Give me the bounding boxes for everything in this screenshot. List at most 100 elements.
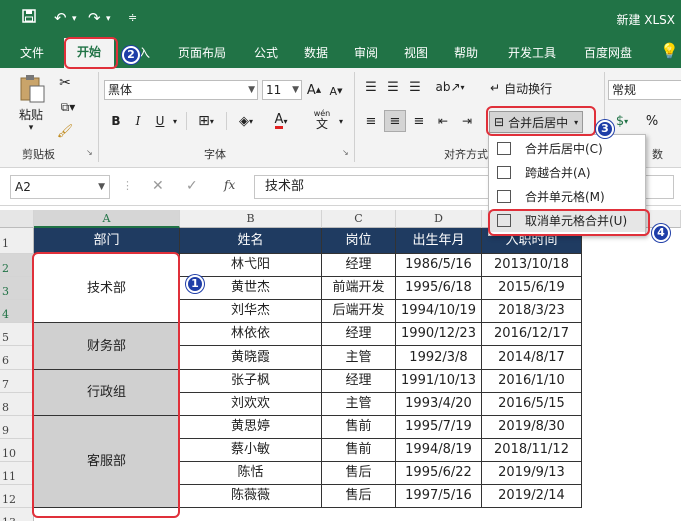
align-bottom-icon[interactable]: ☰ — [406, 78, 424, 96]
column-header-b[interactable]: B — [180, 210, 322, 228]
table-cell[interactable]: 2014/8/17 — [482, 346, 582, 370]
table-cell[interactable]: 1986/5/16 — [396, 254, 482, 277]
font-name-combo[interactable]: 黑体 ▼ — [104, 80, 258, 100]
cut-icon[interactable]: ✂ — [56, 74, 74, 92]
tab-data[interactable]: 数据 — [304, 44, 328, 61]
table-cell[interactable]: 2018/11/12 — [482, 439, 582, 462]
menu-item-merge-center[interactable]: 合并后居中(C) — [489, 138, 645, 160]
clipboard-launcher-icon[interactable]: ↘ — [86, 148, 93, 157]
font-color-icon[interactable]: A ▾ — [266, 112, 296, 130]
font-launcher-icon[interactable]: ↘ — [342, 148, 349, 157]
row-header[interactable]: 2 — [0, 254, 34, 277]
row-header[interactable]: 8 — [0, 393, 34, 416]
paste-icon[interactable] — [16, 74, 48, 104]
table-cell[interactable]: 陈恬 — [180, 462, 322, 485]
table-cell[interactable]: 售前 — [322, 439, 396, 462]
table-cell[interactable]: 2016/12/17 — [482, 323, 582, 346]
table-cell[interactable]: 2018/3/23 — [482, 300, 582, 323]
align-left-icon[interactable]: ≡ — [362, 112, 380, 130]
tab-review[interactable]: 审阅 — [354, 44, 378, 61]
table-cell[interactable]: 1997/5/16 — [396, 485, 482, 508]
table-cell[interactable]: 1992/3/8 — [396, 346, 482, 370]
tab-file[interactable]: 文件 — [20, 44, 44, 61]
tab-formulas[interactable]: 公式 — [254, 44, 278, 61]
save-icon[interactable] — [22, 9, 36, 27]
decrease-font-button[interactable]: A ▼ — [328, 82, 344, 100]
table-cell[interactable]: 主管 — [322, 393, 396, 416]
table-cell[interactable]: 2016/5/15 — [482, 393, 582, 416]
increase-font-button[interactable]: A ▲ — [306, 80, 322, 100]
menu-item-merge-cells[interactable]: 合并单元格(M) — [489, 186, 645, 208]
table-cell[interactable]: 经理 — [322, 323, 396, 346]
redo-icon[interactable]: ↷ — [88, 9, 101, 27]
font-size-combo[interactable]: 11 ▼ — [262, 80, 302, 100]
row-header[interactable]: 11 — [0, 462, 34, 485]
phonetic-dropdown-icon[interactable]: ▾ — [336, 112, 346, 130]
format-painter-icon[interactable]: 🖌 — [56, 122, 74, 140]
row-header[interactable]: 13 — [0, 508, 34, 521]
tab-view[interactable]: 视图 — [404, 44, 428, 61]
undo-dropdown-icon[interactable]: ▾ — [72, 14, 77, 24]
column-header-d[interactable]: D — [396, 210, 482, 228]
table-header-cell[interactable]: 岗位 — [322, 228, 396, 254]
table-header-cell[interactable]: 部门 — [34, 228, 180, 254]
table-cell[interactable]: 1991/10/13 — [396, 370, 482, 393]
italic-button[interactable]: I — [130, 112, 146, 130]
paste-dropdown-icon[interactable]: ▾ — [24, 122, 38, 134]
table-cell[interactable]: 林依依 — [180, 323, 322, 346]
table-cell[interactable]: 售前 — [322, 416, 396, 439]
lightbulb-icon[interactable]: 💡 — [660, 42, 679, 60]
align-top-icon[interactable]: ☰ — [362, 78, 380, 96]
align-middle-icon[interactable]: ☰ — [384, 78, 402, 96]
row-header[interactable]: 6 — [0, 346, 34, 370]
wrap-text-button[interactable]: ↵ 自动换行 — [490, 78, 564, 98]
tab-help[interactable]: 帮助 — [454, 44, 478, 61]
tab-page-layout[interactable]: 页面布局 — [178, 44, 226, 61]
redo-dropdown-icon[interactable]: ▾ — [106, 14, 111, 24]
table-cell[interactable]: 陈薇薇 — [180, 485, 322, 508]
table-cell[interactable]: 刘欢欢 — [180, 393, 322, 416]
undo-icon[interactable]: ↶ — [54, 9, 67, 27]
table-cell[interactable]: 2019/9/13 — [482, 462, 582, 485]
fill-color-icon[interactable]: ◈ ▾ — [232, 112, 260, 130]
table-cell[interactable]: 1990/12/23 — [396, 323, 482, 346]
orientation-icon[interactable]: ab↗ ▾ — [435, 78, 464, 96]
table-cell[interactable]: 1993/4/20 — [396, 393, 482, 416]
copy-icon[interactable]: ⧉▾ — [56, 98, 80, 116]
align-center-icon[interactable]: ≡ — [384, 110, 406, 132]
column-header-a[interactable]: A — [34, 210, 180, 228]
table-cell[interactable]: 售后 — [322, 462, 396, 485]
row-header[interactable]: 10 — [0, 439, 34, 462]
confirm-entry-icon[interactable]: ✓ — [186, 178, 198, 194]
table-cell[interactable]: 经理 — [322, 370, 396, 393]
table-cell[interactable]: 1995/6/22 — [396, 462, 482, 485]
table-cell[interactable]: 经理 — [322, 254, 396, 277]
select-all-corner[interactable] — [0, 210, 34, 228]
tab-baidu-netdisk[interactable]: 百度网盘 — [584, 44, 632, 61]
insert-function-icon[interactable]: fx — [224, 178, 235, 192]
row-header[interactable]: 5 — [0, 323, 34, 346]
tab-developer[interactable]: 开发工具 — [508, 44, 556, 61]
underline-dropdown-icon[interactable]: ▾ — [170, 112, 180, 130]
increase-indent-icon[interactable]: ⇥ — [458, 112, 476, 130]
name-box[interactable]: A2 ▼ — [10, 175, 110, 199]
table-cell[interactable]: 售后 — [322, 485, 396, 508]
menu-item-merge-across[interactable]: 跨越合并(A) — [489, 162, 645, 184]
table-header-cell[interactable]: 姓名 — [180, 228, 322, 254]
table-cell[interactable]: 前端开发 — [322, 277, 396, 300]
table-cell[interactable]: 2013/10/18 — [482, 254, 582, 277]
table-cell[interactable]: 2019/2/14 — [482, 485, 582, 508]
table-cell[interactable]: 后端开发 — [322, 300, 396, 323]
table-cell[interactable]: 蔡小敏 — [180, 439, 322, 462]
paste-button[interactable]: 粘贴 — [14, 106, 48, 122]
decrease-indent-icon[interactable]: ⇤ — [434, 112, 452, 130]
table-header-cell[interactable]: 出生年月 — [396, 228, 482, 254]
table-cell[interactable]: 1995/6/18 — [396, 277, 482, 300]
row-header[interactable]: 4 — [0, 300, 34, 323]
row-header[interactable]: 1 — [0, 228, 34, 254]
table-cell[interactable]: 林弋阳 — [180, 254, 322, 277]
table-cell[interactable]: 张子枫 — [180, 370, 322, 393]
percent-button[interactable]: % — [644, 112, 660, 130]
phonetic-guide-button[interactable]: wén 文 — [308, 108, 336, 132]
table-cell[interactable]: 2015/6/19 — [482, 277, 582, 300]
